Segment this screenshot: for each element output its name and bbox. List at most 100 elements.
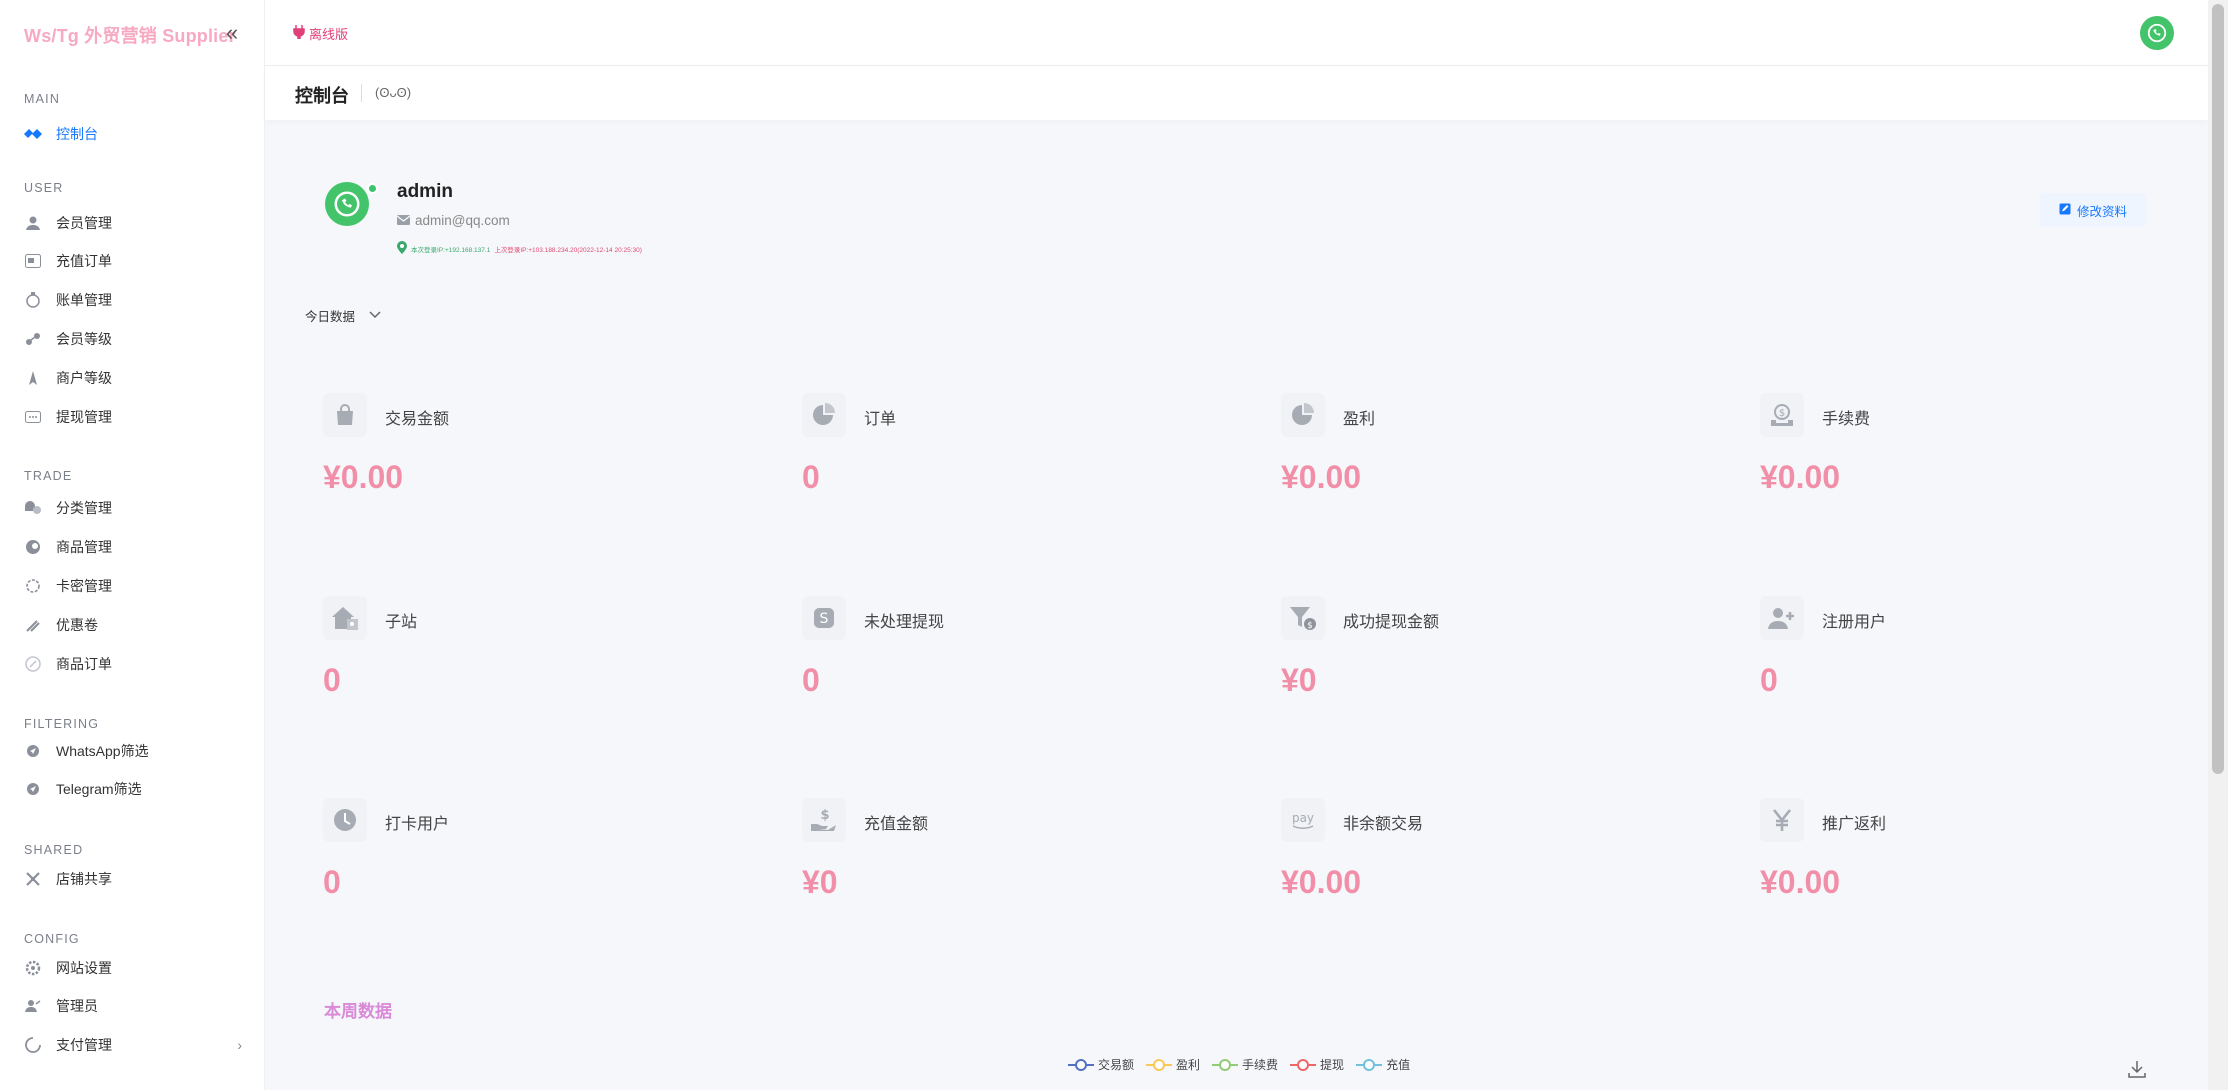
share-icon bbox=[24, 870, 42, 888]
date-range-select[interactable]: 今日数据 bbox=[305, 295, 410, 335]
sidebar-item-5-1[interactable]: 管理员 bbox=[24, 991, 242, 1021]
stat-label: 打卡用户 bbox=[385, 816, 450, 833]
offline-label: 离线版 bbox=[309, 27, 349, 42]
stat-label: 盈利 bbox=[1343, 411, 1376, 428]
legend-item[interactable]: 交易额 bbox=[1068, 1056, 1134, 1073]
scrollbar[interactable] bbox=[2208, 0, 2228, 1090]
sidebar-item-label: 充值订单 bbox=[56, 253, 112, 269]
svg-text:pay: pay bbox=[1292, 811, 1314, 825]
stat-card: 推广返利 ¥0.00 bbox=[1742, 792, 2182, 952]
sidebar-item-5-0[interactable]: 网站设置 bbox=[24, 953, 242, 983]
sidebar-item-1-5[interactable]: 提现管理 bbox=[24, 402, 242, 432]
sidebar-item-2-1[interactable]: 商品管理 bbox=[24, 532, 242, 562]
stat-card: $ 手续费 ¥0.00 bbox=[1742, 387, 2182, 547]
nav-group-title-user: USER bbox=[24, 181, 64, 195]
sidebar-item-1-1[interactable]: 充值订单 bbox=[24, 246, 242, 276]
coupon-icon bbox=[24, 616, 42, 634]
level-icon bbox=[24, 330, 42, 348]
login-ip-row: 本次登录IP:+192.168.137.1 上次登录IP:+103.188.23… bbox=[397, 241, 642, 256]
stat-value: ¥0.00 bbox=[1760, 459, 1841, 495]
nav-group-title-main: MAIN bbox=[24, 92, 61, 106]
legend-marker bbox=[1290, 1058, 1317, 1071]
sidebar-item-1-3[interactable]: 会员等级 bbox=[24, 324, 242, 354]
stat-card: 盈利 ¥0.00 bbox=[1263, 387, 1703, 547]
settings-icon bbox=[24, 959, 42, 977]
edit-profile-button[interactable]: 修改资料 bbox=[2040, 193, 2146, 227]
sidebar-item-label: 分类管理 bbox=[56, 500, 112, 516]
admin-icon bbox=[24, 997, 42, 1015]
sidebar-item-1-2[interactable]: 账单管理 bbox=[24, 285, 242, 315]
legend-item[interactable]: 手续费 bbox=[1212, 1056, 1278, 1073]
scrollbar-thumb[interactable] bbox=[2212, 4, 2224, 774]
svg-text:$: $ bbox=[1307, 621, 1313, 631]
stat-label: 成功提现金额 bbox=[1343, 614, 1440, 631]
legend-item[interactable]: 盈利 bbox=[1146, 1056, 1200, 1073]
pie-chart-icon bbox=[802, 393, 846, 437]
sidebar-item-2-2[interactable]: 卡密管理 bbox=[24, 571, 242, 601]
whatsapp-logo-icon bbox=[2147, 23, 2167, 43]
legend-label: 充值 bbox=[1386, 1058, 1411, 1072]
svg-text:$: $ bbox=[1779, 408, 1785, 419]
download-icon[interactable] bbox=[2126, 1058, 2148, 1080]
stat-label: 推广返利 bbox=[1822, 816, 1887, 833]
legend-item[interactable]: 提现 bbox=[1290, 1056, 1344, 1073]
user-avatar[interactable] bbox=[2140, 16, 2174, 50]
nav-group-title-trade: TRADE bbox=[24, 469, 73, 483]
stat-value: 0 bbox=[323, 864, 341, 900]
svg-text:S: S bbox=[820, 611, 829, 627]
sidebar-item-0-0[interactable]: 控制台 bbox=[24, 119, 242, 149]
offline-badge[interactable]: 离线版 bbox=[293, 24, 348, 43]
chevron-right-icon: › bbox=[237, 1037, 242, 1053]
stat-card: $ 充值金额 ¥0 bbox=[784, 792, 1224, 952]
sidebar-item-4-0[interactable]: 店铺共享 bbox=[24, 864, 242, 894]
edit-profile-label: 修改资料 bbox=[2076, 204, 2127, 219]
edit-icon bbox=[2059, 203, 2071, 218]
stat-card: pay 非余额交易 ¥0.00 bbox=[1263, 792, 1703, 952]
current-login-ip: 本次登录IP:+192.168.137.1 bbox=[411, 246, 491, 254]
shopping-bag-icon bbox=[323, 393, 367, 437]
plug-icon bbox=[293, 25, 305, 42]
sidebar-item-2-4[interactable]: 商品订单 bbox=[24, 649, 242, 679]
sidebar-item-2-3[interactable]: 优惠卷 bbox=[24, 610, 242, 640]
pay-icon: pay bbox=[1281, 798, 1325, 842]
sidebar-item-3-1[interactable]: Telegram筛选 bbox=[24, 774, 242, 804]
sidebar-item-label: 会员管理 bbox=[56, 215, 112, 231]
nav-group-title-config: CONFIG bbox=[24, 932, 80, 946]
legend-label: 盈利 bbox=[1176, 1058, 1201, 1072]
stat-value: 0 bbox=[802, 662, 820, 698]
sidebar-item-label: 商品订单 bbox=[56, 656, 112, 672]
sidebar-item-label: 卡密管理 bbox=[56, 578, 112, 594]
sidebar-item-3-0[interactable]: WhatsApp筛选 bbox=[24, 736, 242, 766]
recharge-icon bbox=[24, 252, 42, 270]
payment-icon bbox=[24, 1036, 42, 1054]
sidebar-item-label: 优惠卷 bbox=[56, 617, 98, 633]
profile-email: admin@qq.com bbox=[415, 213, 510, 228]
dashboard-icon bbox=[24, 125, 42, 143]
dollar-badge-icon: S bbox=[802, 596, 846, 640]
profile-avatar bbox=[325, 182, 369, 226]
page-header: 控制台 (ʘᴗʘ) bbox=[265, 66, 2208, 120]
legend-item[interactable]: 充值 bbox=[1356, 1056, 1410, 1073]
pie-chart-icon bbox=[1281, 393, 1325, 437]
sidebar-item-1-4[interactable]: 商户等级 bbox=[24, 363, 242, 393]
sidebar-item-label: 商户等级 bbox=[56, 370, 112, 386]
stat-label: 订单 bbox=[864, 411, 897, 428]
collapse-sidebar-icon[interactable]: « bbox=[220, 20, 244, 46]
stat-card: 交易金额 ¥0.00 bbox=[305, 387, 745, 547]
online-status-dot bbox=[367, 183, 378, 194]
legend-marker bbox=[1212, 1058, 1239, 1071]
sidebar-item-label: 账单管理 bbox=[56, 292, 112, 308]
sidebar-item-1-0[interactable]: 会员管理 bbox=[24, 208, 242, 238]
whatsapp-icon bbox=[24, 742, 42, 760]
sidebar-item-5-2[interactable]: 支付管理 › bbox=[24, 1030, 242, 1060]
stat-card: S 未处理提现 0 bbox=[784, 590, 1224, 750]
brand: Ws/Tg 外贸营销 Supplier « bbox=[24, 20, 254, 46]
sidebar-item-2-0[interactable]: 分类管理 bbox=[24, 493, 242, 523]
merchant-icon bbox=[24, 369, 42, 387]
chevron-down-icon bbox=[369, 308, 381, 322]
sidebar-item-label: 提现管理 bbox=[56, 409, 112, 425]
stat-value: ¥0 bbox=[1281, 662, 1317, 698]
user-icon bbox=[24, 214, 42, 232]
whatsapp-logo-icon bbox=[334, 191, 360, 217]
divider bbox=[361, 84, 362, 102]
